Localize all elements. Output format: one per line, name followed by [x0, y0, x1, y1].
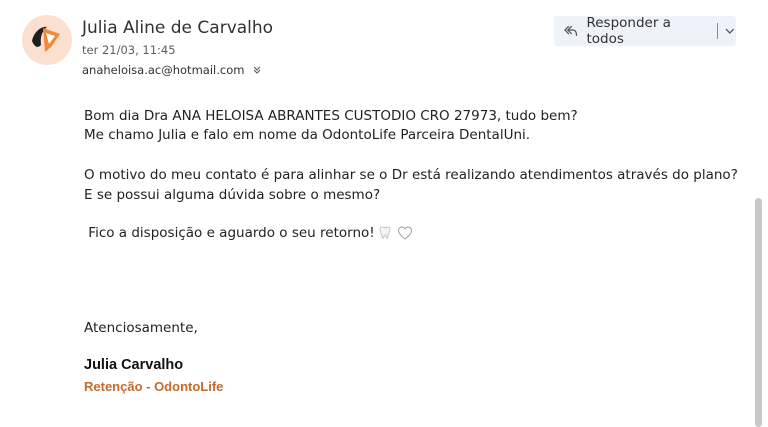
recipient-line[interactable]: anaheloisa.ac@hotmail.com: [82, 63, 262, 77]
reply-all-button[interactable]: Responder a todos: [554, 15, 736, 47]
sent-date: ter 21/03, 11:45: [82, 43, 176, 57]
body-motive: O motivo do meu contato é para alinhar s…: [84, 167, 738, 203]
body-greeting: Bom dia Dra ANA HELOISA ABRANTES CUSTODI…: [84, 108, 578, 124]
chevron-down-icon[interactable]: [252, 65, 262, 75]
recipient-email: anaheloisa.ac@hotmail.com: [82, 63, 245, 77]
body-intro: Me chamo Julia e falo em nome da OdontoL…: [84, 127, 531, 143]
avatar[interactable]: [22, 15, 72, 65]
sender-name[interactable]: Julia Aline de Carvalho: [82, 18, 273, 38]
white-heart-icon: [397, 226, 412, 240]
body-closing: Fico a disposição e aguardo o seu retorn…: [84, 225, 375, 241]
divider: [717, 23, 719, 39]
reply-all-label: Responder a todos: [586, 15, 671, 47]
tooth-icon: [379, 226, 391, 239]
signature-role: Retenção - OdontoLife: [84, 379, 224, 394]
body-sign-off: Atenciosamente,: [84, 320, 198, 336]
signature-name: Julia Carvalho: [84, 357, 184, 373]
scrollbar[interactable]: [755, 198, 762, 427]
body-closing-line: Fico a disposição e aguardo o seu retorn…: [84, 225, 413, 241]
avatar-logo: [32, 26, 60, 52]
chevron-down-icon[interactable]: [724, 25, 736, 37]
reply-all-icon: [564, 25, 578, 36]
